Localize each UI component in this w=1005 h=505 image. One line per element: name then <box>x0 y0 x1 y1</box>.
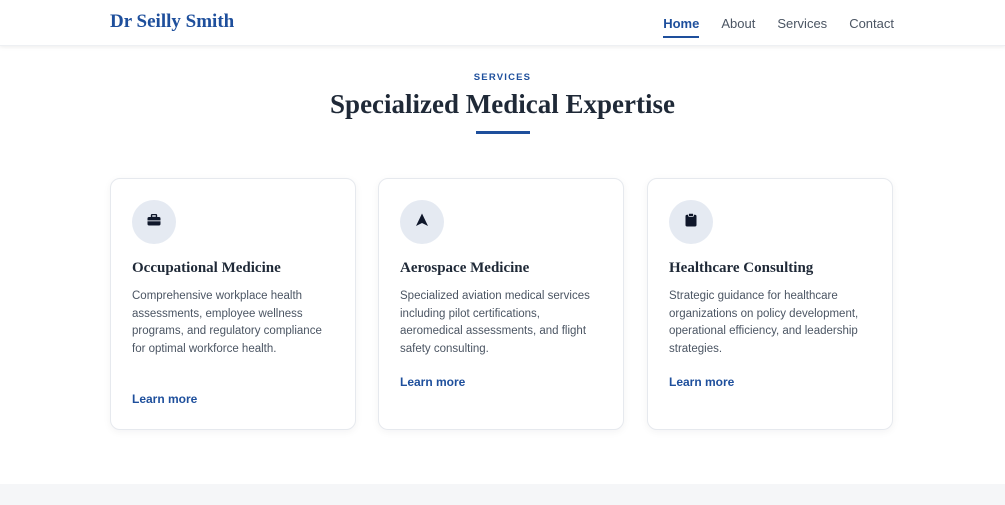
card-description: Specialized aviation medical services in… <box>400 290 590 355</box>
service-card-consulting: Healthcare Consulting Strategic guidance… <box>647 178 893 430</box>
learn-more-link[interactable]: Learn more <box>669 375 734 389</box>
services-header: SERVICES Specialized Medical Expertise <box>0 72 1005 134</box>
section-eyebrow: SERVICES <box>473 72 532 83</box>
learn-more-link[interactable]: Learn more <box>400 375 465 389</box>
nav-links: Home About Services Contact <box>663 0 894 46</box>
card-title: Healthcare Consulting <box>669 260 814 276</box>
nav-home[interactable]: Home <box>663 12 700 38</box>
briefcase-icon <box>147 213 161 231</box>
section-title: Specialized Medical Expertise <box>330 89 675 119</box>
title-underline <box>475 131 530 134</box>
clipboard-icon <box>685 212 697 232</box>
brand-logo[interactable]: Dr Seilly Smith <box>110 11 234 33</box>
nav-about[interactable]: About <box>721 12 755 35</box>
service-card-aerospace: Aerospace Medicine Specialized aviation … <box>378 178 624 430</box>
navbar: Dr Seilly Smith Home About Services Cont… <box>0 0 1005 46</box>
next-section-strip <box>0 484 1005 505</box>
nav-services[interactable]: Services <box>777 12 827 35</box>
card-description: Comprehensive workplace health assessmen… <box>132 290 322 355</box>
learn-more-link[interactable]: Learn more <box>132 392 197 406</box>
nav-contact[interactable]: Contact <box>849 12 894 35</box>
card-title: Occupational Medicine <box>132 260 281 276</box>
card-description: Strategic guidance for healthcare organi… <box>669 290 859 355</box>
card-title: Aerospace Medicine <box>400 260 530 276</box>
plane-icon <box>415 213 429 232</box>
card-icon-circle <box>132 200 176 244</box>
card-icon-circle <box>669 200 713 244</box>
card-icon-circle <box>400 200 444 244</box>
service-card-occupational: Occupational Medicine Comprehensive work… <box>110 178 356 430</box>
